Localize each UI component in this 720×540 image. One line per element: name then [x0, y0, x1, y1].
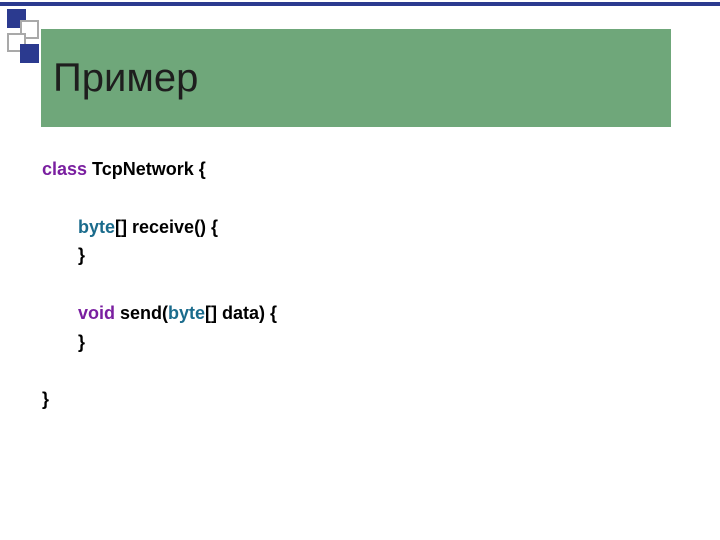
- accent-bar: [0, 2, 720, 6]
- keyword-void: void: [78, 303, 115, 323]
- keyword-byte: byte: [78, 217, 115, 237]
- code-block: class TcpNetwork { byte[] receive() { } …: [42, 155, 662, 414]
- code-text: TcpNetwork {: [87, 159, 206, 179]
- title-band: Пример: [41, 29, 671, 127]
- slide: Пример class TcpNetwork { byte[] receive…: [0, 0, 720, 540]
- slide-title: Пример: [53, 56, 198, 101]
- code-text: send(: [115, 303, 168, 323]
- code-text: }: [78, 332, 85, 352]
- code-line: byte[] receive() {: [42, 213, 662, 242]
- code-text: }: [78, 245, 85, 265]
- code-blank-line: [42, 357, 662, 386]
- keyword-byte: byte: [168, 303, 205, 323]
- code-line: }: [42, 241, 662, 270]
- code-line: void send(byte[] data) {: [42, 299, 662, 328]
- code-text: [] data) {: [205, 303, 277, 323]
- code-line: }: [42, 385, 662, 414]
- deco-square-icon: [20, 44, 39, 63]
- code-text: [] receive() {: [115, 217, 218, 237]
- code-blank-line: [42, 184, 662, 213]
- code-line: }: [42, 328, 662, 357]
- code-text: }: [42, 389, 49, 409]
- code-line: class TcpNetwork {: [42, 155, 662, 184]
- code-blank-line: [42, 270, 662, 299]
- keyword-class: class: [42, 159, 87, 179]
